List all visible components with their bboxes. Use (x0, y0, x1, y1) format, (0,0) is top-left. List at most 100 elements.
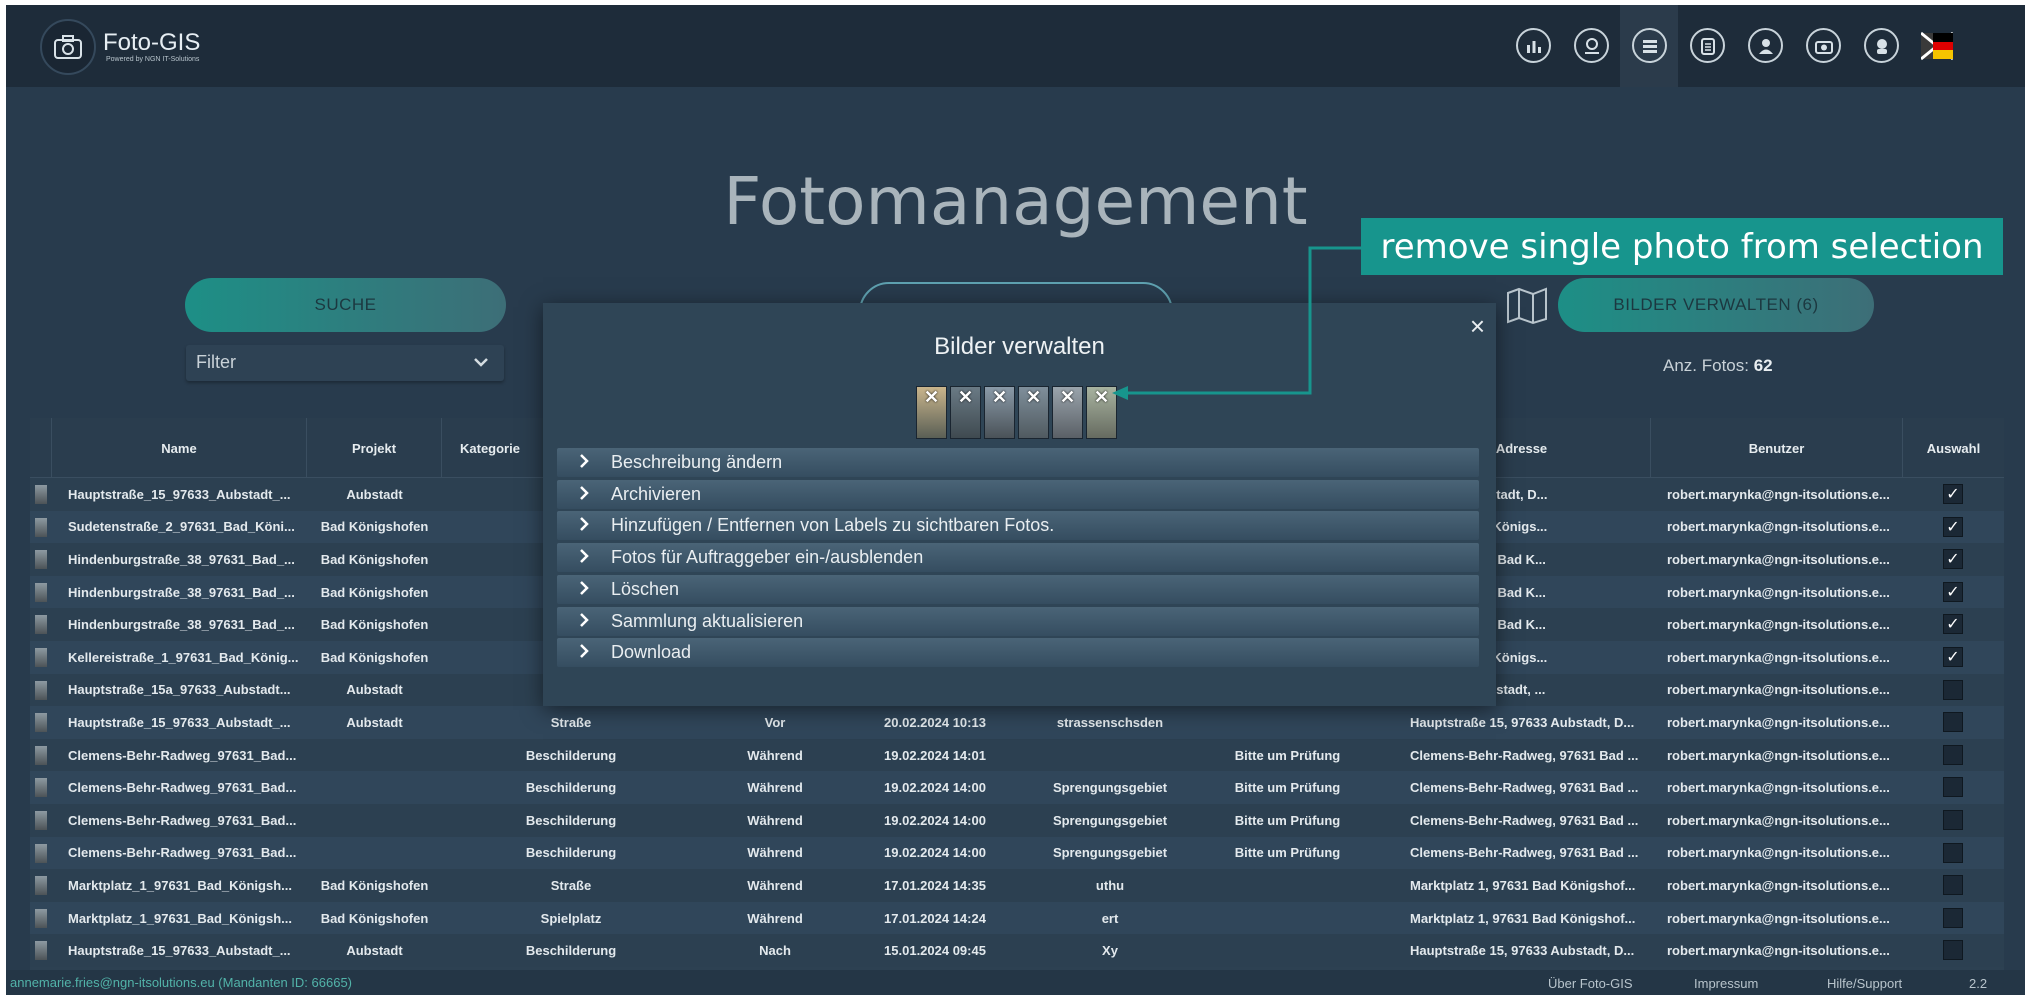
map-pin-icon[interactable] (1574, 28, 1609, 63)
modal-action-item[interactable]: Sammlung aktualisieren (557, 606, 1479, 636)
modal-action-item[interactable]: Löschen (557, 574, 1479, 604)
selection-checkbox[interactable] (1943, 940, 1963, 961)
photo-thumbnail[interactable] (35, 615, 47, 635)
photo-thumbnail[interactable] (35, 517, 47, 537)
selection-checkbox[interactable] (1943, 744, 1963, 765)
cell-datum: 17.01.2024 14:24 (884, 910, 986, 926)
filter-label: Filter (196, 352, 236, 372)
map-icon[interactable] (1505, 285, 1549, 330)
cell-label: Bitte um Prüfung (1234, 845, 1341, 861)
selection-checkbox[interactable] (1943, 907, 1963, 928)
modal-action-item[interactable]: Hinzufügen / Entfernen von Labels zu sic… (557, 511, 1479, 541)
user-group-icon[interactable] (1748, 28, 1783, 63)
camera-settings-icon[interactable] (1806, 28, 1841, 63)
chevron-right-icon (579, 452, 597, 473)
header-projekt[interactable]: Projekt (307, 418, 442, 478)
header-name[interactable]: Name (52, 418, 307, 478)
photo-thumbnail[interactable] (35, 908, 47, 928)
cell-benutzer: robert.marynka@ngn-itsolutions.e... (1667, 877, 1890, 893)
photo-thumbnail[interactable] (35, 843, 47, 863)
remove-photo-icon[interactable]: ✕ (958, 387, 973, 408)
selection-checkbox[interactable]: ✓ (1943, 549, 1963, 570)
selection-checkbox[interactable]: ✓ (1943, 614, 1963, 635)
modal-action-item[interactable]: Fotos für Auftraggeber ein-/ausblenden (557, 543, 1479, 573)
selection-checkbox[interactable]: ✓ (1943, 647, 1963, 667)
photo-thumbnail[interactable] (35, 713, 47, 733)
cell-projekt: Bad Königshofen (320, 584, 429, 600)
cell-datum: 19.02.2024 14:00 (884, 812, 986, 828)
statistics-icon[interactable] (1516, 28, 1551, 63)
search-button[interactable]: SUCHE (185, 278, 506, 332)
selection-checkbox[interactable]: ✓ (1943, 484, 1963, 504)
photo-thumbnail[interactable] (35, 745, 47, 765)
clipboard-icon[interactable] (1690, 28, 1725, 63)
selection-checkbox[interactable] (1943, 679, 1963, 700)
table-row[interactable]: Hauptstraße_15_97633_Aubstadt_... Aubstad… (30, 934, 2004, 967)
selection-checkbox[interactable] (1943, 777, 1963, 798)
remove-photo-icon[interactable]: ✕ (1060, 387, 1075, 408)
footer-imprint-link[interactable]: Impressum (1694, 976, 1758, 991)
cell-beschreibung: Sprengungsgebiet (1052, 780, 1168, 796)
header-auswahl[interactable]: Auswahl (1903, 418, 2004, 478)
remove-photo-icon[interactable]: ✕ (1094, 387, 1109, 408)
cell-adresse: Clemens-Behr-Radweg, 97631 Bad ... (1410, 812, 1639, 828)
remove-photo-icon[interactable]: ✕ (992, 387, 1007, 408)
cell-benutzer: robert.marynka@ngn-itsolutions.e... (1667, 780, 1890, 796)
table-row[interactable]: Clemens-Behr-Radweg_97631_Bad... Beschild… (30, 738, 2004, 772)
photo-thumbnail[interactable] (35, 648, 47, 667)
selection-checkbox[interactable] (1943, 810, 1963, 830)
selection-checkbox[interactable] (1943, 712, 1963, 733)
photo-thumbnail[interactable] (35, 550, 47, 570)
account-icon[interactable] (1864, 28, 1899, 63)
cell-projekt (307, 771, 442, 804)
modal-action-label: Sammlung aktualisieren (611, 610, 804, 631)
chevron-right-icon (579, 642, 597, 663)
filter-dropdown[interactable]: Filter (186, 345, 504, 381)
cell-datum: 15.01.2024 09:45 (884, 943, 986, 959)
language-flag-icon[interactable] (1920, 31, 1954, 61)
photo-thumbnail[interactable] (35, 778, 47, 798)
table-row[interactable]: Clemens-Behr-Radweg_97631_Bad... Beschild… (30, 804, 2004, 837)
table-row[interactable]: Clemens-Behr-Radweg_97631_Bad... Beschild… (30, 836, 2004, 870)
modal-action-label: Hinzufügen / Entfernen von Labels zu sic… (611, 515, 1055, 536)
selection-checkbox[interactable]: ✓ (1943, 581, 1963, 602)
remove-photo-icon[interactable]: ✕ (1026, 387, 1041, 408)
selection-checkbox[interactable] (1943, 842, 1963, 863)
photo-count: Anz. Fotos: 62 (1663, 356, 1773, 376)
table-row[interactable]: Marktplatz_1_97631_Bad_Königsh... Bad Kön… (30, 901, 2004, 935)
cell-label: Bitte um Prüfung (1234, 812, 1341, 828)
header-benutzer[interactable]: Benutzer (1651, 418, 1903, 478)
modal-action-item[interactable]: Beschreibung ändern (557, 448, 1479, 477)
cell-benutzer: robert.marynka@ngn-itsolutions.e... (1667, 584, 1890, 600)
photo-thumbnail[interactable] (35, 811, 47, 830)
photo-management-icon[interactable] (1632, 28, 1667, 63)
photo-thumbnail[interactable] (35, 582, 47, 602)
remove-photo-icon[interactable]: ✕ (924, 387, 939, 408)
photo-thumbnail[interactable] (35, 941, 47, 961)
cell-adresse: Hauptstraße 15, 97633 Aubstadt, D... (1410, 714, 1635, 730)
cell-name: Clemens-Behr-Radweg_97631_Bad... (68, 780, 297, 796)
modal-action-item[interactable]: Download (557, 638, 1479, 668)
table-row[interactable]: Clemens-Behr-Radweg_97631_Bad... Beschild… (30, 771, 2004, 804)
footer-help-link[interactable]: Hilfe/Support (1827, 976, 1902, 991)
chevron-down-icon (474, 351, 488, 372)
photo-count-label: Anz. Fotos: (1663, 356, 1749, 375)
manage-photos-button[interactable]: BILDER VERWALTEN (6) (1558, 278, 1874, 332)
selection-checkbox[interactable] (1943, 875, 1963, 896)
footer-about-link[interactable]: Über Foto-GIS (1548, 976, 1633, 991)
modal-action-label: Löschen (611, 578, 680, 599)
cell-beschreibung: Sprengungsgebiet (1052, 812, 1168, 828)
table-row[interactable]: Marktplatz_1_97631_Bad_Königsh... Bad Kön… (30, 869, 2004, 902)
app-window: Foto-GIS Powered by NGN IT-Solutions Fot… (6, 5, 2025, 995)
camera-logo-icon[interactable] (40, 19, 96, 75)
modal-action-item[interactable]: Archivieren (557, 479, 1479, 509)
cell-datum: 19.02.2024 14:01 (884, 747, 986, 763)
chevron-right-icon (579, 484, 597, 505)
photo-thumbnail[interactable] (35, 680, 47, 700)
selection-checkbox[interactable]: ✓ (1943, 516, 1963, 537)
photo-thumbnail[interactable] (35, 876, 47, 896)
photo-thumbnail[interactable] (35, 485, 47, 504)
footer: annemarie.fries@ngn-itsolutions.eu (Mand… (6, 970, 2025, 995)
chevron-right-icon (579, 547, 597, 568)
table-row[interactable]: Hauptstraße_15_97633_Aubstadt_... Aubstad… (30, 706, 2004, 739)
